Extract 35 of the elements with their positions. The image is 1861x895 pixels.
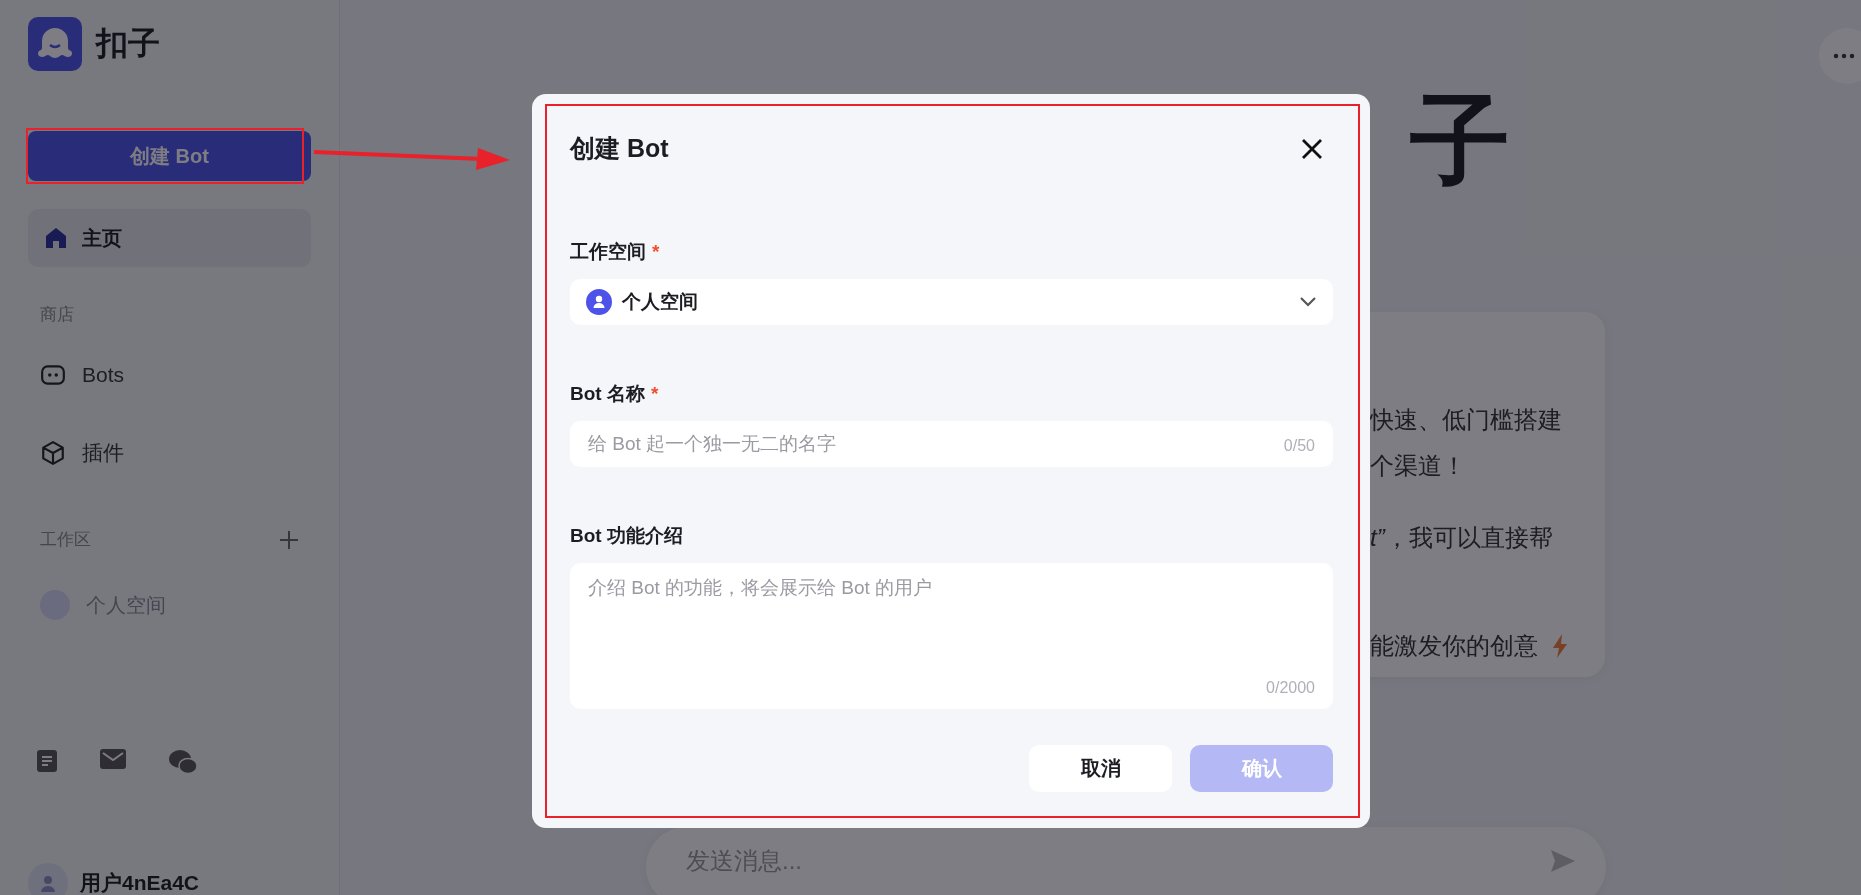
logo-icon xyxy=(28,17,82,71)
close-icon[interactable] xyxy=(1301,137,1323,160)
home-icon xyxy=(44,226,68,250)
intro-text: 快速、低门槛搭建 xyxy=(1370,405,1563,435)
logo-text: 扣子 xyxy=(96,24,160,63)
user-name: 用户4nEa4C xyxy=(80,870,200,895)
nav-item[interactable]: Bots xyxy=(28,336,311,414)
char-counter: 0/50 xyxy=(1283,437,1315,455)
workspace-select[interactable]: 个人空间 xyxy=(570,279,1333,325)
user-icon xyxy=(586,289,612,315)
bot-icon xyxy=(40,362,66,388)
document-icon[interactable] xyxy=(36,749,58,773)
chat-bubbles-icon[interactable] xyxy=(168,749,198,775)
chevron-down-icon xyxy=(1299,296,1317,308)
lightning-icon xyxy=(1552,634,1568,658)
required-mark: * xyxy=(652,241,660,262)
plus-icon[interactable] xyxy=(279,529,299,550)
char-counter: 0/2000 xyxy=(1266,679,1315,697)
nav-item[interactable]: 插件 xyxy=(28,414,311,492)
field-label: Bot 功能介绍 xyxy=(570,524,684,548)
intro-text: 能激发你的创意 xyxy=(1370,631,1538,661)
create-bot-button[interactable]: 创建 Bot xyxy=(28,131,311,181)
mail-icon[interactable] xyxy=(100,749,126,769)
field-label: Bot 名称 * xyxy=(570,382,660,406)
nav-item[interactable]: 主页 xyxy=(28,209,311,267)
cancel-button[interactable]: 取消 xyxy=(1029,745,1172,792)
more-icon xyxy=(1833,53,1855,59)
field-label: 工作空间 * xyxy=(570,240,661,264)
required-mark: * xyxy=(650,383,659,404)
cube-icon xyxy=(40,440,66,466)
dialog-title: 创建 Bot xyxy=(570,133,669,164)
hero-title: 子 xyxy=(1410,90,1511,190)
intro-text: t”，我可以直接帮 xyxy=(1370,523,1554,553)
intro-text: 个渠道！ xyxy=(1370,451,1467,481)
more-button[interactable] xyxy=(1819,28,1861,84)
